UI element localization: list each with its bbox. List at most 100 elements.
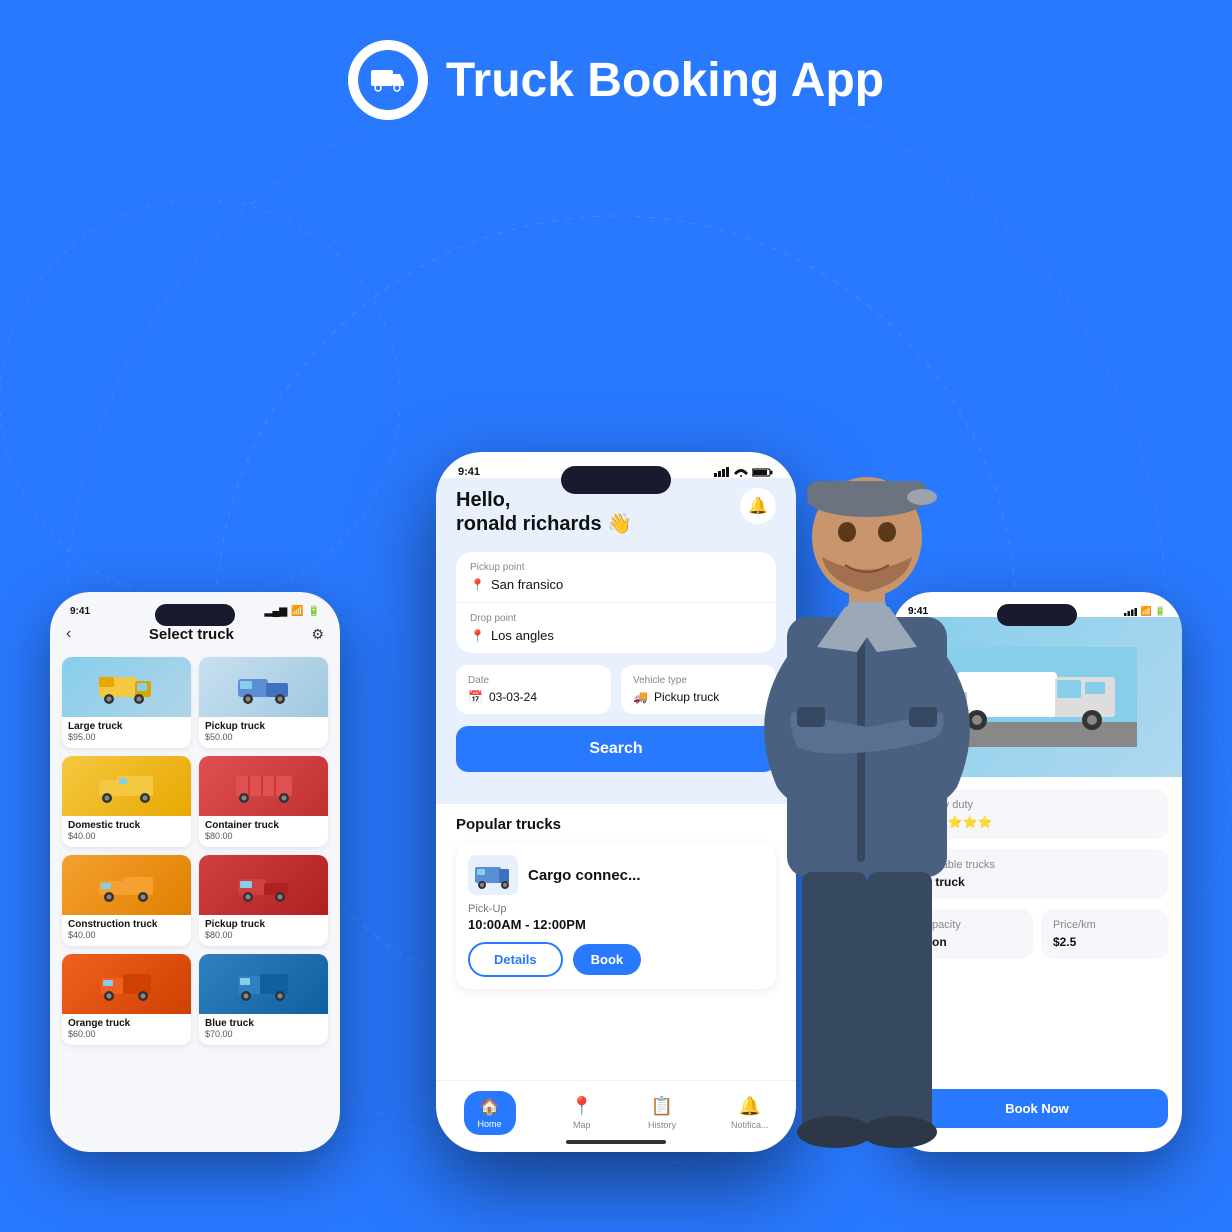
- logo-inner: [358, 50, 418, 110]
- right-price-label: Price/km: [1053, 919, 1156, 931]
- right-truck-value: ...t truck: [918, 875, 1156, 889]
- truck-name-construction: Construction truck: [68, 919, 185, 930]
- truck-name-large: Large truck: [68, 721, 185, 732]
- truck-card-pickup[interactable]: Pickup truck $50.00: [199, 657, 328, 748]
- center-phone: 9:41 Hello, ronald richards 👋 🔔: [436, 452, 796, 1152]
- nav-notifications[interactable]: 🔔 Notifica...: [731, 1096, 769, 1130]
- truck-card-construction[interactable]: Construction truck $40.00: [62, 855, 191, 946]
- notification-bell[interactable]: 🔔: [740, 488, 776, 524]
- pickup-icon: 📍: [470, 578, 485, 592]
- truck-price-construction: $40.00: [68, 930, 185, 940]
- truck-name-domestic: Domestic truck: [68, 820, 185, 831]
- vehicle-value: Pickup truck: [654, 690, 719, 704]
- book-button[interactable]: Book: [573, 944, 642, 975]
- truck-card-domestic[interactable]: Domestic truck $40.00: [62, 756, 191, 847]
- truck-name-orange: Orange truck: [68, 1018, 185, 1029]
- pickup-label: Pickup point: [470, 562, 762, 573]
- nav-home-label: Home: [478, 1119, 502, 1129]
- left-phone-notch: [155, 604, 235, 626]
- left-time: 9:41: [70, 606, 90, 617]
- greeting-section: Hello, ronald richards 👋 🔔: [456, 488, 776, 536]
- truck-name-blue: Blue truck: [205, 1018, 322, 1029]
- right-type-card: Heavy duty ⭐⭐⭐⭐⭐: [906, 789, 1168, 839]
- right-time: 9:41: [908, 606, 928, 617]
- drop-field[interactable]: Drop point 📍 Los angles: [456, 603, 776, 653]
- right-truck-image: [892, 617, 1182, 777]
- truck-card-blue[interactable]: Blue truck $70.00: [199, 954, 328, 1045]
- truck-img-orange: [62, 954, 191, 1014]
- truck-img-blue: [199, 954, 328, 1014]
- search-button[interactable]: Search: [456, 726, 776, 772]
- popular-truck-name: Cargo connec...: [528, 867, 641, 884]
- truck-card-container[interactable]: Container truck $80.00: [199, 756, 328, 847]
- truck-name-pickup: Pickup truck: [205, 721, 322, 732]
- drop-icon: 📍: [470, 629, 485, 643]
- popular-title: Popular trucks: [456, 804, 776, 843]
- phones-area: 9:41 ▂▄▆ 📶 🔋 ‹ Select truck ⚙: [0, 160, 1232, 1232]
- truck-name-container: Container truck: [205, 820, 322, 831]
- right-capacity-value: 5 ton: [918, 935, 1021, 949]
- center-phone-notch: [561, 466, 671, 494]
- truck-price-container: $80.00: [205, 831, 322, 841]
- truck-img-pickup2: [199, 855, 328, 915]
- greeting-line2: ronald richards 👋: [456, 512, 632, 536]
- vehicle-field[interactable]: Vehicle type 🚚 Pickup truck: [621, 665, 776, 714]
- pickup-value: San fransico: [491, 577, 563, 592]
- header: Truck Booking App: [0, 0, 1232, 150]
- right-price-card: Price/km $2.5: [1041, 909, 1168, 959]
- nav-home[interactable]: 🏠 Home: [464, 1091, 516, 1135]
- truck-card-large[interactable]: Large truck $95.00: [62, 657, 191, 748]
- truck-price-domestic: $40.00: [68, 831, 185, 841]
- nav-notif-label: Notifica...: [731, 1120, 769, 1130]
- book-now-button[interactable]: Book Now: [906, 1089, 1168, 1128]
- truck-img-construction: [62, 855, 191, 915]
- right-content: Heavy duty ⭐⭐⭐⭐⭐ Available trucks ...t t…: [892, 777, 1182, 981]
- date-vehicle-row: Date 📅 03-03-24 Vehicle type 🚚 Pickup tr…: [456, 665, 776, 714]
- signal-icon: ▂▄▆: [265, 606, 287, 617]
- drop-value: Los angles: [491, 628, 554, 643]
- nav-history[interactable]: 📋 History: [648, 1096, 676, 1130]
- history-icon: 📋: [651, 1096, 673, 1117]
- wifi-icon: 📶: [291, 606, 303, 617]
- right-phone-notch: [997, 604, 1077, 626]
- truck-card-pickup2[interactable]: Pickup truck $80.00: [199, 855, 328, 946]
- notifications-icon: 🔔: [739, 1096, 761, 1117]
- filter-button[interactable]: ⚙: [311, 626, 324, 643]
- date-value: 03-03-24: [489, 690, 537, 704]
- right-phone: 9:41 📶 🔋: [892, 592, 1182, 1152]
- vehicle-label: Vehicle type: [633, 675, 764, 686]
- pickup-field[interactable]: Pickup point 📍 San fransico: [456, 552, 776, 603]
- date-label: Date: [468, 675, 599, 686]
- truck-price-orange: $60.00: [68, 1029, 185, 1039]
- truck-price-pickup: $50.00: [205, 732, 322, 742]
- right-price-value: $2.5: [1053, 935, 1156, 949]
- home-icon: 🏠: [480, 1097, 500, 1117]
- details-button[interactable]: Details: [468, 942, 563, 977]
- right-capacity-card: Capacity 5 ton: [906, 909, 1033, 959]
- vehicle-icon: 🚚: [633, 690, 648, 704]
- battery-icon: 🔋: [308, 606, 320, 617]
- map-icon: 📍: [571, 1096, 593, 1117]
- app-title: Truck Booking App: [446, 53, 884, 108]
- date-field[interactable]: Date 📅 03-03-24: [456, 665, 611, 714]
- back-button[interactable]: ‹: [66, 625, 71, 643]
- nav-map[interactable]: 📍 Map: [571, 1096, 593, 1130]
- truck-name-pickup2: Pickup truck: [205, 919, 322, 930]
- nav-history-label: History: [648, 1120, 676, 1130]
- pickup-time-value: 10:00AM - 12:00PM: [468, 917, 764, 932]
- truck-price-blue: $70.00: [205, 1029, 322, 1039]
- nav-map-label: Map: [573, 1120, 591, 1130]
- truck-img-container: [199, 756, 328, 816]
- right-type-label: Heavy duty: [918, 799, 1156, 811]
- right-truck-card: Available trucks ...t truck: [906, 849, 1168, 899]
- truck-price-pickup2: $80.00: [205, 930, 322, 940]
- booking-form: Pickup point 📍 San fransico Drop point 📍…: [456, 552, 776, 653]
- popular-truck-image: [468, 855, 518, 895]
- logo-circle: [348, 40, 428, 120]
- home-indicator: [566, 1140, 666, 1144]
- truck-card-orange[interactable]: Orange truck $60.00: [62, 954, 191, 1045]
- pickup-time-label: Pick-Up: [468, 903, 764, 915]
- truck-img-domestic: [62, 756, 191, 816]
- popular-truck-card: Cargo connec... Pick-Up 10:00AM - 12:00P…: [456, 843, 776, 989]
- right-truck-label: Available trucks: [918, 859, 1156, 871]
